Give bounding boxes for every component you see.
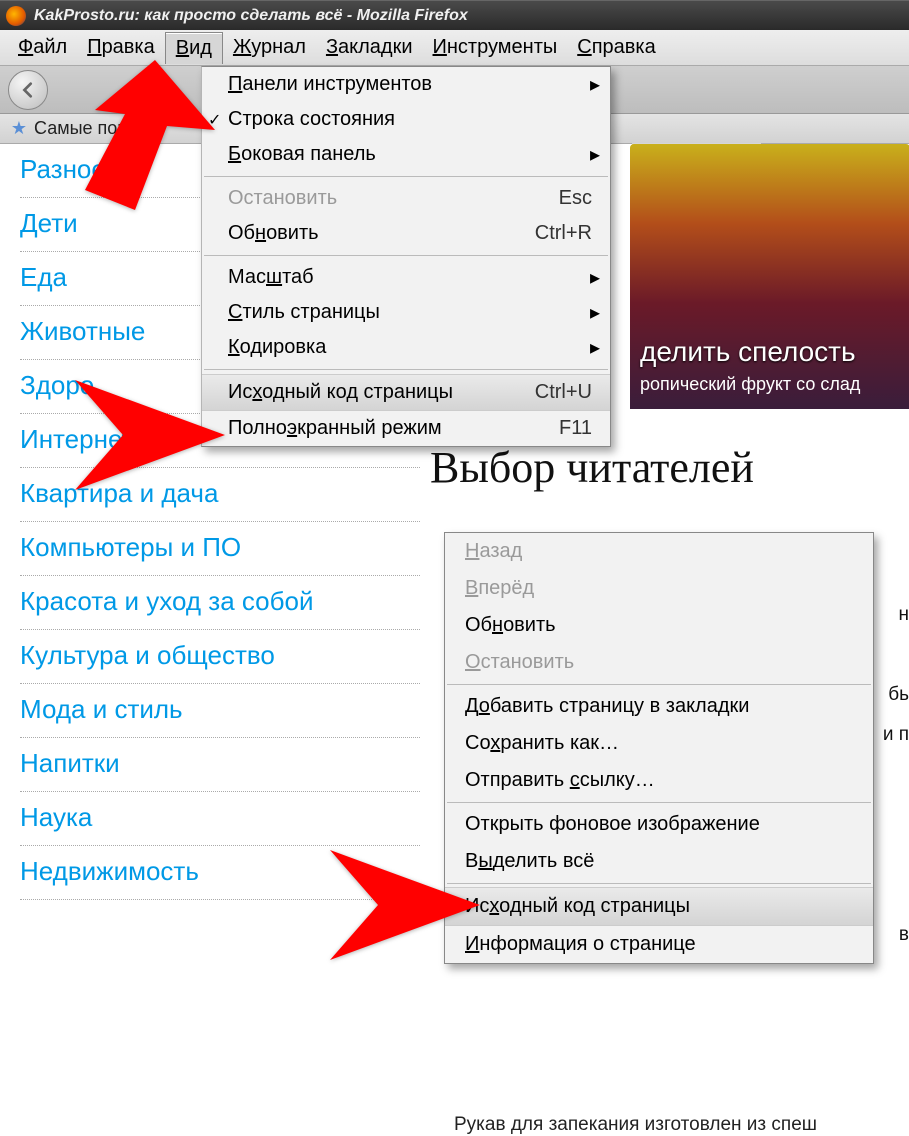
readers-choice-heading: Выбор читателей xyxy=(430,442,754,493)
menu-item-sidepanel[interactable]: Боковая панель▸ xyxy=(202,137,610,172)
partial-text-1: н xyxy=(899,604,909,626)
menu-bookmarks[interactable]: Закладки xyxy=(316,32,423,63)
annotation-arrow-2 xyxy=(75,380,225,490)
bookmark-folder-icon: ★ xyxy=(10,120,28,138)
sidebar-item-napitki[interactable]: Напитки xyxy=(20,738,420,792)
sidebar-item-nauka[interactable]: Наука xyxy=(20,792,420,846)
ctx-bookmark[interactable]: Добавить страницу в закладки xyxy=(445,688,873,725)
ctx-sendlink[interactable]: Отправить ссылку… xyxy=(445,762,873,799)
sidebar-item-kultura[interactable]: Культура и общество xyxy=(20,630,420,684)
menu-item-statusbar[interactable]: ✓ Строка состояния xyxy=(202,102,610,137)
article-snippet: Рукав для запекания изготовлен из спеш xyxy=(454,1114,817,1136)
banner-title: делить спелость xyxy=(640,336,900,368)
menu-tools[interactable]: Инструменты xyxy=(423,32,568,63)
firefox-icon xyxy=(6,6,26,26)
menu-item-fullscreen[interactable]: Полноэкранный режимF11 xyxy=(202,411,610,446)
ctx-pageinfo[interactable]: Информация о странице xyxy=(445,926,873,963)
menu-item-source[interactable]: Исходный код страницыCtrl+U xyxy=(202,374,610,411)
ctx-stop: Остановить xyxy=(445,644,873,681)
window-title: KakProsto.ru: как просто сделать всё - M… xyxy=(34,7,468,25)
menu-view[interactable]: Вид xyxy=(165,32,223,64)
partial-text-2: бь xyxy=(888,684,909,706)
page-context-menu: Назад Вперёд Обновить Остановить Добавит… xyxy=(444,532,874,964)
featured-banner[interactable]: делить спелость ропический фрукт со слад xyxy=(630,144,909,409)
menu-item-pagestyle[interactable]: Стиль страницы▸ xyxy=(202,295,610,330)
back-button[interactable] xyxy=(8,70,48,110)
sidebar-item-krasota[interactable]: Красота и уход за собой xyxy=(20,576,420,630)
ctx-openbg[interactable]: Открыть фоновое изображение xyxy=(445,806,873,843)
menu-item-toolbars[interactable]: Панели инструментов▸ xyxy=(202,67,610,102)
menu-edit[interactable]: Правка xyxy=(77,32,165,63)
annotation-arrow-1 xyxy=(55,60,215,210)
ctx-selectall[interactable]: Выделить всё xyxy=(445,843,873,880)
ctx-source[interactable]: Исходный код страницы xyxy=(445,887,873,926)
view-dropdown-menu: Панели инструментов▸ ✓ Строка состояния … xyxy=(201,66,611,447)
sidebar-item-computers[interactable]: Компьютеры и ПО xyxy=(20,522,420,576)
ctx-forward: Вперёд xyxy=(445,570,873,607)
partial-text-4: в xyxy=(899,924,909,946)
menu-history[interactable]: Журнал xyxy=(223,32,316,63)
ctx-back: Назад xyxy=(445,533,873,570)
menu-file[interactable]: Файл xyxy=(8,32,77,63)
window-titlebar: KakProsto.ru: как просто сделать всё - M… xyxy=(0,0,909,30)
menu-help[interactable]: Справка xyxy=(567,32,665,63)
banner-subtitle: ропический фрукт со слад xyxy=(640,374,900,395)
menu-item-stop: ОстановитьEsc xyxy=(202,181,610,216)
menu-item-encoding[interactable]: Кодировка▸ xyxy=(202,330,610,365)
annotation-arrow-3 xyxy=(330,850,480,960)
ctx-saveas[interactable]: Сохранить как… xyxy=(445,725,873,762)
menu-item-zoom[interactable]: Масштаб▸ xyxy=(202,260,610,295)
sidebar-item-moda[interactable]: Мода и стиль xyxy=(20,684,420,738)
partial-text-3: и п xyxy=(883,724,909,746)
menu-item-reload[interactable]: ОбновитьCtrl+R xyxy=(202,216,610,251)
ctx-reload[interactable]: Обновить xyxy=(445,607,873,644)
